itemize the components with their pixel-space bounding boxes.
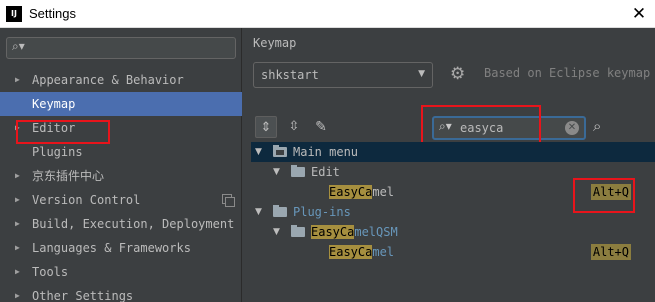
edit-shortcut-button[interactable]: ✎ [310,116,332,138]
sidebar-item-jd-plugin-center[interactable]: ▶ 京东插件中心 [0,164,242,188]
match-highlight: EasyCa [329,185,373,199]
collapse-all-button[interactable]: ⇳ [283,116,305,138]
keymap-panel: Keymap shkstart ▼ ⚙ Based on Eclipse key… [243,28,655,302]
tree-node-label: Plug-ins [293,205,351,219]
match-highlight: EasyCa [329,245,373,259]
expand-arrow-icon[interactable]: ▶ [15,212,20,236]
expand-arrow-icon[interactable]: ▶ [15,284,20,302]
window-title: Settings [29,6,76,21]
shortcut-badge: Alt+Q [590,244,631,260]
search-icon: ⌕▾ [12,39,25,53]
folder-icon [273,205,287,217]
collapse-arrow-icon[interactable]: ▼ [255,142,262,162]
match-highlight: EasyCa [311,225,355,239]
collapse-arrow-icon[interactable]: ▼ [273,162,280,182]
expand-arrow-icon[interactable]: ▶ [15,68,20,92]
tree-node-main-menu[interactable]: ▼ Main menu [251,142,655,162]
expand-arrow-icon[interactable]: ▶ [15,188,20,212]
gear-icon[interactable]: ⚙ [450,64,465,84]
clear-icon[interactable]: ✕ [565,121,579,135]
tree-node-plugin-easycamel-action[interactable]: EasyCamel Alt+Q [251,242,655,262]
settings-search-input[interactable]: ⌕▾ [6,37,236,59]
menu-folder-icon [273,145,287,157]
tree-node-label: Edit [311,165,340,179]
settings-nav: ▶ Appearance & Behavior Keymap ▶ Editor … [0,68,242,302]
sidebar-item-label: Appearance & Behavior [32,73,184,87]
folder-icon [291,165,305,177]
sidebar-item-version-control[interactable]: ▶ Version Control [0,188,242,212]
expand-arrow-icon[interactable]: ▶ [15,164,20,188]
label-rest: mel [372,185,395,199]
find-by-shortcut-icon[interactable]: ⌕ [593,117,601,135]
app-icon: IJ [6,6,22,22]
sidebar-item-label: Other Settings [32,289,134,302]
annotation-highlight-keymap [16,120,110,144]
keymap-scheme-value: shkstart [261,68,319,82]
collapse-arrow-icon[interactable]: ▼ [273,222,280,242]
sidebar-item-label: Version Control [32,193,141,207]
expand-arrow-icon[interactable]: ▶ [15,260,20,284]
sidebar-item-keymap[interactable]: Keymap [0,92,242,116]
chevron-down-icon: ▼ [418,69,425,79]
sidebar-item-label: Keymap [32,97,76,111]
folder-icon [291,225,305,237]
tree-node-label: EasyCamel [329,242,394,262]
section-title: Keymap [253,36,297,50]
sidebar-item-build[interactable]: ▶ Build, Execution, Deployment [0,212,242,236]
sidebar-item-tools[interactable]: ▶ Tools [0,260,242,284]
sidebar-item-label: Tools [32,265,69,279]
settings-sidebar: ⌕▾ ▶ Appearance & Behavior Keymap ▶ Edit… [0,28,242,302]
sidebar-item-label: Languages & Frameworks [32,241,191,255]
keymap-scheme-select[interactable]: shkstart ▼ [253,62,433,88]
copy-project-icon [222,194,235,207]
label-rest: mel [372,245,395,259]
tree-node-label: Main menu [293,145,359,159]
tree-node-label: EasyCamel [329,182,394,202]
close-button[interactable]: ✕ [623,0,655,28]
collapse-arrow-icon[interactable]: ▼ [255,202,262,222]
title-bar: IJ Settings ✕ [0,0,655,28]
expand-all-button[interactable]: ⇕ [255,116,277,138]
sidebar-item-label: 京东插件中心 [32,169,105,183]
sidebar-item-label: Build, Execution, Deployment [32,217,235,231]
label-rest: melQSM [354,225,398,239]
annotation-highlight-shortcut [573,178,635,213]
annotation-highlight-filter [421,105,541,146]
expand-arrow-icon[interactable]: ▶ [15,236,20,260]
sidebar-item-appearance[interactable]: ▶ Appearance & Behavior [0,68,242,92]
tree-node-easycamelqsm[interactable]: ▼ EasyCamelQSM [251,222,655,242]
based-on-label: Based on Eclipse keymap [484,66,651,80]
sidebar-item-languages[interactable]: ▶ Languages & Frameworks [0,236,242,260]
sidebar-item-other-settings[interactable]: ▶ Other Settings [0,284,242,302]
tree-node-label: EasyCamelQSM [311,222,398,242]
